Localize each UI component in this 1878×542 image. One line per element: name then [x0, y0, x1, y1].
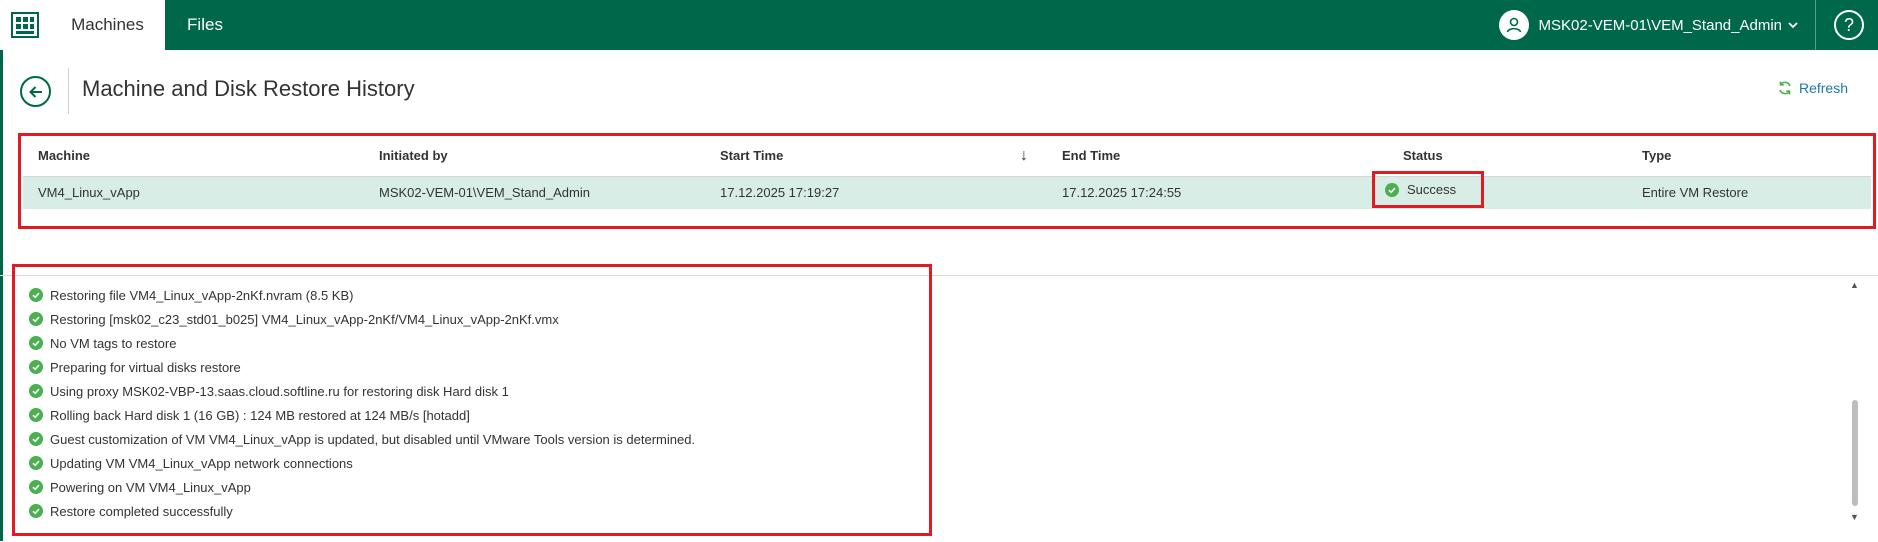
header-divider	[68, 68, 69, 114]
log-scrollbar[interactable]: ▲ ▼	[1848, 280, 1862, 522]
column-header-status[interactable]: Status	[1403, 136, 1443, 176]
log-entry: Guest customization of VM VM4_Linux_vApp…	[29, 427, 929, 451]
log-entry: Powering on VM VM4_Linux_vApp	[29, 475, 929, 499]
user-menu[interactable]: MSK02-VEM-01\VEM_Stand_Admin	[1498, 0, 1798, 50]
log-entry: Restore completed successfully	[29, 499, 929, 523]
check-circle-icon	[29, 360, 43, 374]
user-name: MSK02-VEM-01\VEM_Stand_Admin	[1538, 16, 1782, 34]
log-entry-text: Using proxy MSK02-VBP-13.saas.cloud.soft…	[50, 383, 509, 399]
cell-start-time: 17.12.2025 17:19:27	[720, 185, 840, 200]
log-entry-text: Powering on VM VM4_Linux_vApp	[50, 479, 251, 495]
log-entry: Using proxy MSK02-VBP-13.saas.cloud.soft…	[29, 379, 929, 403]
check-circle-icon	[29, 432, 43, 446]
restore-history-table: Machine Initiated by Start Time ↓ End Ti…	[18, 133, 1876, 229]
table-header: Machine Initiated by Start Time ↓ End Ti…	[23, 136, 1871, 177]
chevron-down-icon	[1788, 18, 1798, 32]
log-entry-text: Preparing for virtual disks restore	[50, 359, 241, 375]
tab-files-label: Files	[187, 15, 223, 34]
table-row[interactable]: VM4_Linux_vApp MSK02-VEM-01\VEM_Stand_Ad…	[23, 177, 1871, 209]
log-entry: Restoring file VM4_Linux_vApp-2nKf.nvram…	[29, 283, 929, 307]
scrollbar-thumb[interactable]	[1852, 400, 1858, 506]
status-badge: Success	[1372, 171, 1484, 208]
check-circle-icon	[29, 504, 43, 518]
log-entry-text: Restoring [msk02_c23_std01_b025] VM4_Lin…	[50, 311, 559, 327]
top-nav-bar: Machines Files MSK02-VEM-01\VEM_Stand_Ad…	[0, 0, 1878, 50]
cell-type: Entire VM Restore	[1642, 185, 1749, 200]
help-icon: ?	[1843, 14, 1854, 35]
refresh-icon	[1779, 81, 1791, 95]
cell-end-time: 17.12.2025 17:24:55	[1062, 185, 1182, 200]
column-header-type[interactable]: Type	[1642, 136, 1671, 176]
check-circle-icon	[29, 456, 43, 470]
arrow-left-icon	[28, 85, 42, 98]
user-icon	[1498, 10, 1529, 40]
check-circle-icon	[29, 312, 43, 326]
check-circle-icon	[29, 480, 43, 494]
back-button[interactable]	[20, 76, 51, 107]
column-header-initiated-by[interactable]: Initiated by	[379, 136, 448, 176]
refresh-label: Refresh	[1798, 80, 1848, 96]
log-entry-text: No VM tags to restore	[50, 335, 177, 351]
log-entry: Preparing for virtual disks restore	[29, 355, 929, 379]
check-circle-icon	[29, 288, 43, 302]
column-header-machine[interactable]: Machine	[38, 136, 90, 176]
column-header-start-time[interactable]: Start Time	[720, 136, 783, 176]
log-entry-text: Rolling back Hard disk 1 (16 GB) : 124 M…	[50, 407, 470, 423]
help-button[interactable]: ?	[1834, 10, 1864, 40]
check-circle-icon	[29, 408, 43, 422]
scroll-down-arrow-icon[interactable]: ▼	[1850, 512, 1859, 522]
log-entries: Restoring file VM4_Linux_vApp-2nKf.nvram…	[12, 264, 932, 536]
log-entry: Rolling back Hard disk 1 (16 GB) : 124 M…	[29, 403, 929, 427]
log-entry-text: Updating VM VM4_Linux_vApp network conne…	[50, 455, 353, 471]
check-circle-icon	[29, 384, 43, 398]
tab-files[interactable]: Files	[165, 0, 245, 50]
column-header-end-time[interactable]: End Time	[1062, 136, 1120, 176]
cell-machine: VM4_Linux_vApp	[38, 185, 140, 200]
log-entry: No VM tags to restore	[29, 331, 929, 355]
tab-machines-label: Machines	[71, 15, 144, 34]
check-circle-icon	[29, 336, 43, 350]
scroll-up-arrow-icon[interactable]: ▲	[1850, 280, 1859, 290]
page-title: Machine and Disk Restore History	[82, 76, 415, 101]
log-entry: Updating VM VM4_Linux_vApp network conne…	[29, 451, 929, 475]
log-entry-text: Guest customization of VM VM4_Linux_vApp…	[50, 431, 696, 447]
refresh-button[interactable]: Refresh	[1777, 80, 1848, 96]
log-entry-text: Restoring file VM4_Linux_vApp-2nKf.nvram…	[50, 287, 354, 303]
cell-initiated-by: MSK02-VEM-01\VEM_Stand_Admin	[379, 185, 590, 200]
log-entry: Restoring [msk02_c23_std01_b025] VM4_Lin…	[29, 307, 929, 331]
tab-machines[interactable]: Machines	[50, 0, 165, 50]
status-label: Success	[1407, 182, 1457, 197]
check-circle-icon	[1385, 182, 1399, 197]
help-divider	[1815, 0, 1816, 50]
sort-descending-icon[interactable]: ↓	[1020, 136, 1028, 176]
log-entry-text: Restore completed successfully	[50, 503, 233, 519]
app-logo-icon[interactable]	[0, 0, 50, 50]
